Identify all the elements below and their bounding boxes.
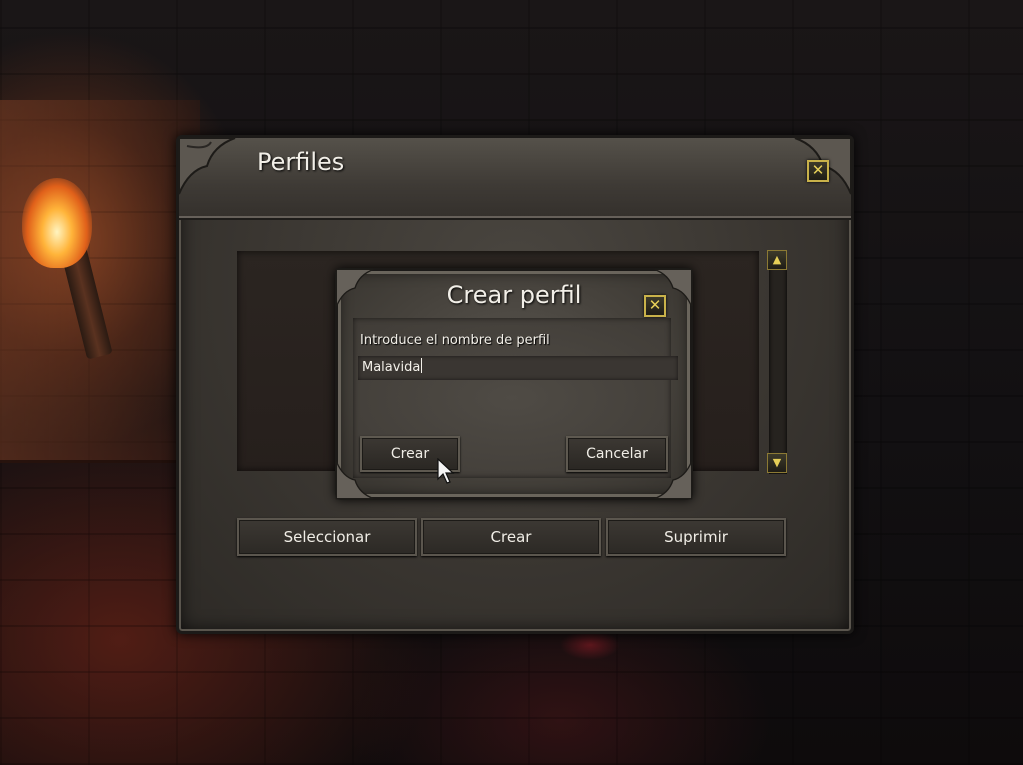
profile-name-input[interactable]: Malavida: [358, 356, 678, 380]
floor-debris: [560, 630, 620, 660]
close-icon: ✕: [648, 296, 662, 314]
corner-ornament-icon: [178, 137, 236, 195]
delete-button[interactable]: Suprimir: [606, 518, 786, 556]
text-caret: [421, 358, 423, 373]
close-icon: ✕: [811, 161, 825, 179]
create-button[interactable]: Crear: [421, 518, 601, 556]
torch-flame: [22, 178, 92, 268]
dialog-title: Crear perfil: [446, 281, 582, 309]
arrow-up-icon: ▲: [772, 253, 782, 266]
profile-list-scrollbar[interactable]: [769, 250, 787, 474]
dialog-close-button[interactable]: ✕: [644, 295, 666, 317]
create-profile-dialog: Crear perfil ✕ Introduce el nombre de pe…: [335, 268, 693, 500]
game-background: Perfiles ✕ ▲ ▼ Seleccionar Crear Suprimi…: [0, 0, 1023, 765]
dialog-cancel-button[interactable]: Cancelar: [566, 436, 668, 472]
panel-title: Perfiles: [257, 148, 345, 176]
panel-close-button[interactable]: ✕: [807, 160, 829, 182]
panel-button-row: Seleccionar Crear Suprimir: [237, 518, 787, 556]
arrow-down-icon: ▼: [772, 456, 782, 469]
stone-pillar: [0, 100, 200, 463]
profile-name-label: Introduce el nombre de perfil: [360, 333, 550, 348]
mouse-cursor-icon: [437, 458, 455, 484]
profile-name-value: Malavida: [362, 360, 421, 375]
scroll-up-button[interactable]: ▲: [767, 250, 787, 270]
scroll-down-button[interactable]: ▼: [767, 453, 787, 473]
select-button[interactable]: Seleccionar: [237, 518, 417, 556]
